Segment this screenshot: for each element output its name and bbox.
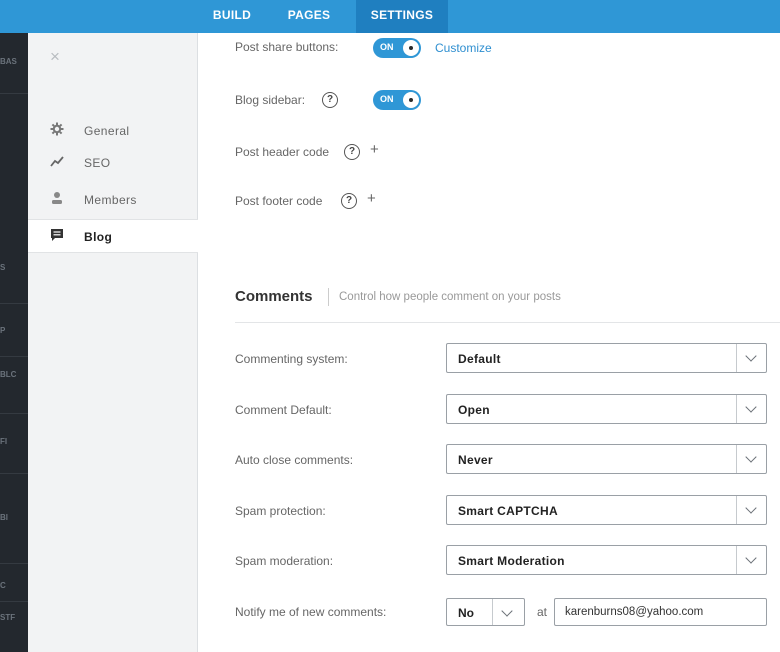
toggle-state: ON — [380, 42, 394, 52]
share-buttons-label: Post share buttons: — [235, 40, 339, 54]
post-footer-code-label: Post footer code — [235, 194, 323, 208]
help-icon[interactable]: ? — [322, 92, 338, 108]
strip-divider — [0, 93, 28, 94]
strip-label[interactable]: C — [0, 581, 28, 590]
comments-section-subtitle: Control how people comment on your posts — [339, 291, 561, 303]
comment-default-select[interactable]: Open — [446, 394, 767, 424]
dropdown-arrow — [492, 599, 524, 625]
chevron-down-icon — [745, 401, 757, 413]
at-label: at — [537, 605, 548, 619]
comments-section-title: Comments — [235, 288, 313, 305]
strip-label[interactable]: S — [0, 263, 28, 272]
help-icon[interactable]: ? — [341, 193, 357, 209]
spam-protection-select[interactable]: Smart CAPTCHA — [446, 495, 767, 525]
notify-comments-label: Notify me of new comments: — [235, 605, 387, 619]
select-value: Default — [458, 352, 501, 366]
strip-label[interactable]: BLC — [0, 370, 28, 379]
add-header-code-icon[interactable]: + — [370, 141, 379, 158]
tab-settings[interactable]: SETTINGS — [356, 0, 448, 33]
notify-select[interactable]: No — [446, 598, 525, 626]
add-footer-code-icon[interactable]: + — [367, 190, 376, 207]
sidebar-item-label: Members — [84, 193, 137, 207]
select-value: Smart CAPTCHA — [458, 504, 558, 518]
sidebar-item-members[interactable]: Members — [28, 183, 198, 217]
sidebar-item-general[interactable]: General — [28, 114, 198, 148]
chevron-down-icon — [501, 605, 513, 617]
dropdown-arrow — [736, 445, 766, 473]
close-icon[interactable]: × — [50, 47, 60, 67]
section-divider — [328, 288, 329, 306]
toggle-state: ON — [380, 94, 394, 104]
tab-pages[interactable]: PAGES — [277, 0, 341, 33]
gear-icon — [48, 122, 66, 140]
section-rule — [235, 322, 780, 323]
dropdown-arrow — [736, 395, 766, 423]
strip-divider — [0, 413, 28, 414]
strip-label[interactable]: BAS — [0, 57, 28, 66]
comment-default-label: Comment Default: — [235, 403, 332, 417]
strip-label[interactable]: FI — [0, 437, 28, 446]
person-icon — [48, 191, 66, 209]
spam-moderation-label: Spam moderation: — [235, 554, 334, 568]
settings-sidebar: × General SEO Members Blog — [28, 33, 198, 652]
notify-email-input[interactable] — [554, 598, 767, 626]
post-header-code-label: Post header code — [235, 145, 330, 159]
sidebar-item-label: Blog — [84, 230, 113, 244]
toggle-knob — [403, 92, 419, 108]
blog-sidebar-toggle[interactable]: ON — [373, 90, 421, 110]
chevron-down-icon — [745, 502, 757, 514]
sidebar-item-label: SEO — [84, 156, 111, 170]
dropdown-arrow — [736, 546, 766, 574]
customize-link[interactable]: Customize — [435, 41, 492, 55]
blog-settings-panel: Post share buttons: ON Customize Blog si… — [199, 33, 780, 652]
sidebar-item-blog[interactable]: Blog — [28, 219, 198, 253]
spam-moderation-select[interactable]: Smart Moderation — [446, 545, 767, 575]
commenting-system-label: Commenting system: — [235, 352, 348, 366]
strip-divider — [0, 563, 28, 564]
top-nav-bar: BUILD PAGES SETTINGS — [0, 0, 780, 33]
sidebar-item-seo[interactable]: SEO — [28, 146, 198, 180]
strip-divider — [0, 356, 28, 357]
chevron-down-icon — [745, 350, 757, 362]
tab-build[interactable]: BUILD — [200, 0, 264, 33]
strip-divider — [0, 303, 28, 304]
chevron-down-icon — [745, 451, 757, 463]
strip-label[interactable]: Bl — [0, 513, 28, 522]
help-icon[interactable]: ? — [344, 144, 360, 160]
select-value: Never — [458, 453, 493, 467]
commenting-system-select[interactable]: Default — [446, 343, 767, 373]
toggle-knob — [403, 40, 419, 56]
chevron-down-icon — [745, 552, 757, 564]
blog-sidebar-label: Blog sidebar: — [235, 93, 306, 107]
select-value: No — [458, 606, 474, 620]
editor-left-strip: BAS S P BLC FI Bl C STF — [0, 33, 28, 652]
trend-icon — [48, 154, 66, 172]
dropdown-arrow — [736, 496, 766, 524]
auto-close-label: Auto close comments: — [235, 453, 354, 467]
select-value: Smart Moderation — [458, 554, 565, 568]
dropdown-arrow — [736, 344, 766, 372]
spam-protection-label: Spam protection: — [235, 504, 326, 518]
strip-label[interactable]: P — [0, 326, 28, 335]
strip-label[interactable]: STF — [0, 613, 28, 622]
share-buttons-toggle[interactable]: ON — [373, 38, 421, 58]
select-value: Open — [458, 403, 490, 417]
comment-icon — [48, 228, 66, 246]
strip-divider — [0, 473, 28, 474]
strip-divider — [0, 601, 28, 602]
auto-close-select[interactable]: Never — [446, 444, 767, 474]
sidebar-item-label: General — [84, 124, 130, 138]
